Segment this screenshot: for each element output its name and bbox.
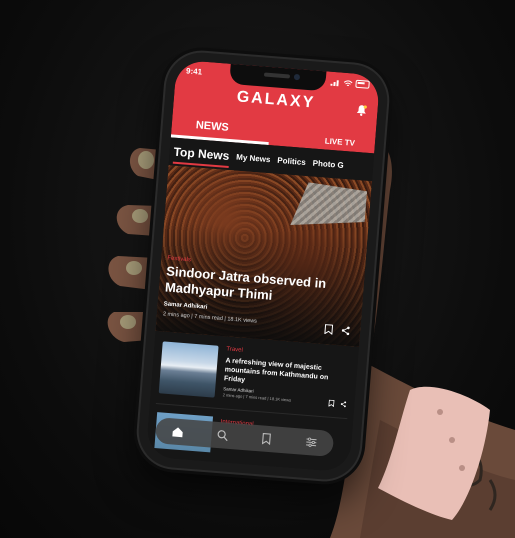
bookmark-icon[interactable] (324, 324, 334, 335)
status-time: 9:41 (185, 66, 203, 77)
phone-screen: 9:41 GALAXY NEWS LIVE TV Top News My New… (145, 59, 381, 473)
category-photo-gallery[interactable]: Photo G (312, 158, 344, 169)
home-icon[interactable] (172, 425, 185, 438)
bookmark-icon[interactable] (260, 432, 273, 446)
signal-icon (330, 79, 339, 86)
bell-icon[interactable] (355, 104, 368, 117)
hero-image-roof (290, 181, 367, 231)
bookmark-icon[interactable] (328, 399, 335, 408)
battery-icon (355, 79, 370, 89)
tab-news[interactable]: NEWS (195, 119, 229, 134)
article-thumbnail (158, 341, 219, 398)
category-top-news[interactable]: Top News (173, 145, 230, 163)
article-meta: 2 mins ago | 7 mins read | 18.1K views (222, 392, 292, 403)
wifi-icon (343, 79, 353, 86)
phone-frame: 9:41 GALAXY NEWS LIVE TV Top News My New… (136, 49, 390, 483)
article-category-tag: Travel (226, 346, 243, 354)
tab-live-tv[interactable]: LIVE TV (324, 136, 355, 147)
search-icon[interactable] (216, 429, 229, 442)
category-my-news[interactable]: My News (236, 152, 271, 164)
share-icon[interactable] (341, 325, 351, 336)
share-icon[interactable] (340, 401, 347, 408)
hero-article[interactable]: Festivals Sindoor Jatra observed in Madh… (155, 165, 372, 347)
list-item[interactable]: Travel A refreshing view of majestic mou… (155, 337, 353, 420)
filter-icon[interactable] (305, 436, 318, 449)
category-politics[interactable]: Politics (277, 155, 306, 166)
